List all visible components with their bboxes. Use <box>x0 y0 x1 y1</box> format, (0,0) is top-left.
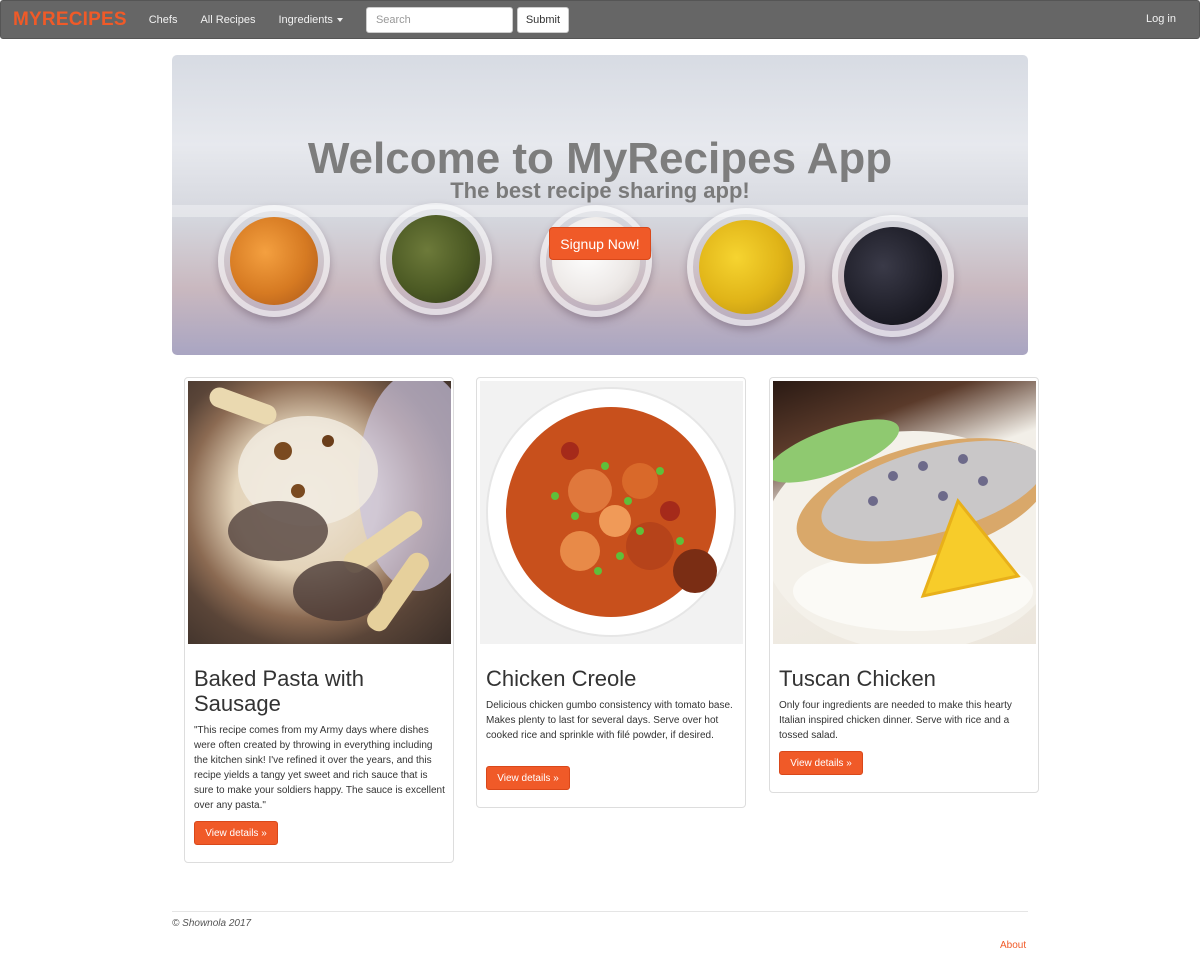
recipe-title[interactable]: Baked Pasta with Sausage <box>194 666 444 716</box>
nav-dropdown-ingredients-label: Ingredients <box>278 13 333 26</box>
recipe-description: Only four ingredients are needed to make… <box>779 700 1012 741</box>
view-details-button[interactable]: View details » <box>779 751 863 775</box>
nav-link-all-recipes[interactable]: All Recipes <box>200 14 255 26</box>
caret-down-icon <box>336 17 343 22</box>
recipe-image-chicken-creole[interactable] <box>480 381 743 644</box>
view-details-button[interactable]: View details » <box>194 821 278 845</box>
nav-dropdown-ingredients[interactable]: Ingredients <box>279 14 343 26</box>
recipe-card: Chicken Creole Delicious chicken gumbo c… <box>476 377 746 808</box>
tuscan-plate-illustration <box>773 419 1036 644</box>
recipe-title[interactable]: Chicken Creole <box>486 666 736 691</box>
recipe-card: Baked Pasta with Sausage "This recipe co… <box>184 377 454 863</box>
jar-mung-beans-image <box>380 203 492 315</box>
hero-title: Welcome to MyRecipes App <box>307 134 893 183</box>
search-submit-button[interactable]: Submit <box>516 6 569 33</box>
hero-subtitle: The best recipe sharing app! <box>450 178 750 203</box>
creole-bowl-illustration <box>486 387 736 637</box>
brand-logo[interactable]: MYRECIPES <box>13 9 127 31</box>
recipe-card: Tuscan Chicken Only four ingredients are… <box>769 377 1039 793</box>
recipe-title[interactable]: Tuscan Chicken <box>779 666 1029 691</box>
nav-link-chefs[interactable]: Chefs <box>149 14 178 26</box>
jar-rice-image <box>540 205 652 317</box>
recipe-description: "This recipe comes from my Army days whe… <box>194 725 445 811</box>
pasta-plate-illustration <box>209 381 451 632</box>
recipe-image-tuscan-chicken[interactable] <box>773 381 1036 644</box>
hero-jumbotron: Welcome to MyRecipes App The best recipe… <box>172 55 1028 355</box>
login-link[interactable]: Log in <box>1146 13 1176 25</box>
search-input[interactable] <box>365 6 513 33</box>
footer-copyright: © Shownola 2017 <box>172 918 252 929</box>
footer-divider <box>172 911 1028 912</box>
navbar: MYRECIPES Chefs All Recipes Ingredients … <box>0 0 1200 39</box>
view-details-button[interactable]: View details » <box>486 766 570 790</box>
recipe-description: Delicious chicken gumbo consistency with… <box>486 700 733 741</box>
jar-millet-image <box>687 208 805 326</box>
jar-chickpeas-image <box>218 205 330 317</box>
footer-about-link[interactable]: About <box>1000 940 1026 951</box>
jar-black-beans-image <box>832 215 954 337</box>
recipe-image-baked-pasta[interactable] <box>188 381 451 644</box>
signup-button[interactable]: Signup Now! <box>549 227 651 260</box>
